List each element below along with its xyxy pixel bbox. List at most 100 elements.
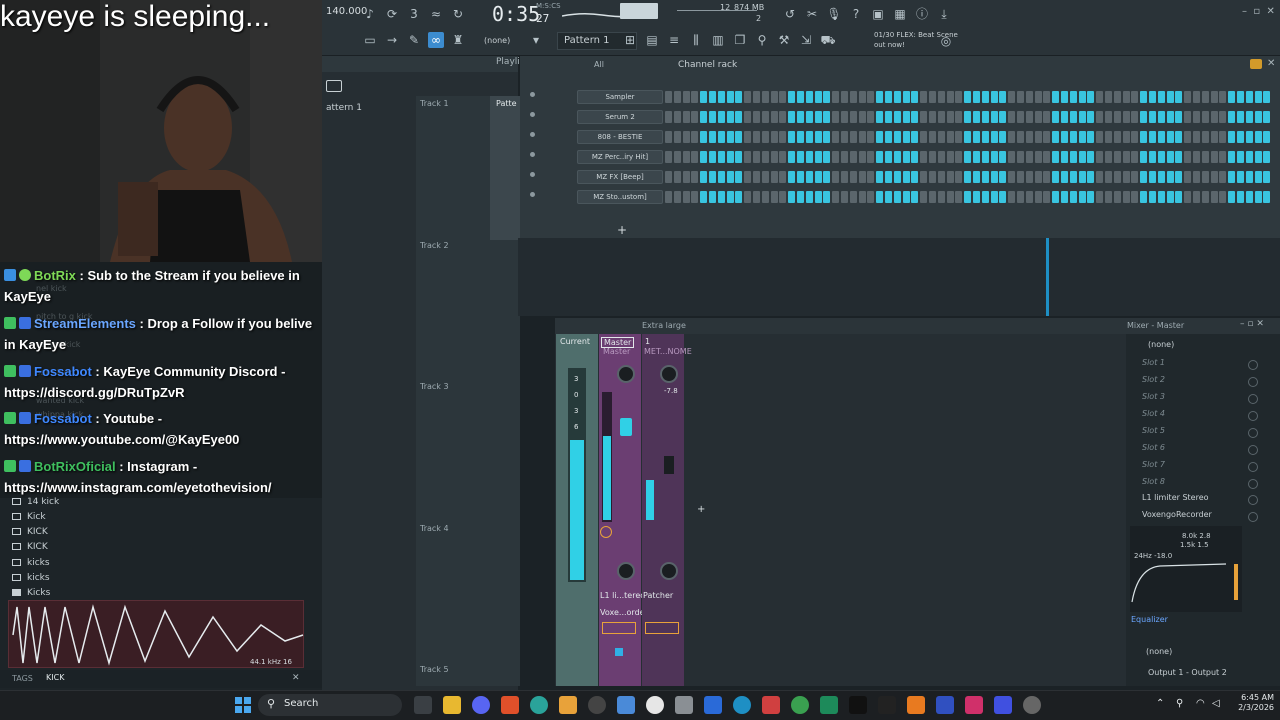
- step-button[interactable]: [805, 151, 813, 163]
- step-button[interactable]: [1122, 191, 1130, 203]
- step-button[interactable]: [814, 91, 822, 103]
- step-button[interactable]: [753, 131, 760, 143]
- location-icon[interactable]: ⚲: [1176, 698, 1183, 709]
- step-button[interactable]: [973, 131, 980, 143]
- step-button[interactable]: [823, 131, 831, 143]
- step-button[interactable]: [1061, 191, 1068, 203]
- master-pan-knob[interactable]: [617, 365, 635, 383]
- discord-icon[interactable]: [472, 696, 490, 714]
- track-label[interactable]: Track 1: [420, 99, 449, 108]
- folder-item[interactable]: KICK: [12, 527, 48, 537]
- step-button[interactable]: [849, 111, 857, 123]
- playlist-icon[interactable]: ▤: [644, 32, 660, 48]
- step-button[interactable]: [744, 111, 752, 123]
- step-button[interactable]: [735, 131, 743, 143]
- step-button[interactable]: [814, 171, 822, 183]
- step-button[interactable]: [709, 131, 716, 143]
- step-button[interactable]: [1008, 191, 1016, 203]
- step-button[interactable]: [849, 131, 857, 143]
- step-button[interactable]: [1166, 171, 1174, 183]
- step-button[interactable]: [1113, 171, 1121, 183]
- step-button[interactable]: [1237, 91, 1244, 103]
- step-button[interactable]: [893, 131, 901, 143]
- step-button[interactable]: [1228, 191, 1236, 203]
- step-button[interactable]: [1157, 191, 1165, 203]
- step-button[interactable]: [893, 191, 901, 203]
- step-button[interactable]: [1149, 91, 1156, 103]
- channel-led[interactable]: [530, 172, 535, 177]
- step-button[interactable]: [691, 91, 699, 103]
- step-button[interactable]: [1219, 191, 1227, 203]
- tools-icon[interactable]: ⚒: [776, 32, 792, 48]
- taskbar-search[interactable]: ⚲ Search: [258, 694, 402, 716]
- step-button[interactable]: [955, 131, 963, 143]
- step-button[interactable]: [805, 91, 813, 103]
- step-button[interactable]: [876, 151, 884, 163]
- step-button[interactable]: [717, 111, 725, 123]
- close-icon[interactable]: ✕: [1267, 58, 1275, 69]
- step-button[interactable]: [682, 91, 690, 103]
- step-button[interactable]: [797, 171, 804, 183]
- pattern-add-icon[interactable]: ⊞: [622, 32, 638, 48]
- slot[interactable]: Slot 6: [1132, 443, 1272, 457]
- step-button[interactable]: [1131, 151, 1139, 163]
- step-button[interactable]: [665, 131, 672, 143]
- export-icon[interactable]: ⇲: [798, 32, 814, 48]
- step-button[interactable]: [1140, 171, 1148, 183]
- step-button[interactable]: [973, 111, 980, 123]
- step-button[interactable]: [981, 171, 989, 183]
- step-button[interactable]: [911, 151, 919, 163]
- step-button[interactable]: [1043, 171, 1051, 183]
- step-button[interactable]: [964, 131, 972, 143]
- step-button[interactable]: [1105, 131, 1112, 143]
- step-button[interactable]: [1140, 191, 1148, 203]
- step-button[interactable]: [964, 191, 972, 203]
- step-button[interactable]: [849, 171, 857, 183]
- channel-led[interactable]: [530, 152, 535, 157]
- download-icon[interactable]: ⤓: [936, 6, 952, 22]
- step-button[interactable]: [805, 191, 813, 203]
- step-button[interactable]: [832, 91, 840, 103]
- step-button[interactable]: [1025, 171, 1033, 183]
- step-button[interactable]: [1263, 191, 1271, 203]
- step-button[interactable]: [700, 151, 708, 163]
- step-button[interactable]: [946, 131, 954, 143]
- step-button[interactable]: [999, 131, 1007, 143]
- met-stereo-knob[interactable]: [660, 562, 678, 580]
- step-button[interactable]: [1228, 131, 1236, 143]
- step-button[interactable]: [1034, 171, 1042, 183]
- step-button[interactable]: [920, 91, 928, 103]
- capcut-icon[interactable]: [878, 696, 896, 714]
- step-button[interactable]: [893, 111, 901, 123]
- step-button[interactable]: [1219, 91, 1227, 103]
- step-button[interactable]: [964, 111, 972, 123]
- step-button[interactable]: [832, 171, 840, 183]
- step-button[interactable]: [717, 91, 725, 103]
- step-button[interactable]: [805, 111, 813, 123]
- folder-item[interactable]: kicks: [12, 558, 50, 568]
- info-icon[interactable]: ⓘ: [914, 6, 930, 22]
- chrome-icon[interactable]: [791, 696, 809, 714]
- step-button[interactable]: [981, 151, 989, 163]
- chevron-down-icon[interactable]: ▾: [528, 32, 544, 48]
- step-button[interactable]: [682, 171, 690, 183]
- step-button[interactable]: [1008, 171, 1016, 183]
- step-button[interactable]: [1017, 131, 1024, 143]
- step-button[interactable]: [902, 171, 910, 183]
- step-button[interactable]: [1140, 111, 1148, 123]
- cart-icon[interactable]: ⛟: [820, 32, 836, 48]
- step-button[interactable]: [1237, 191, 1244, 203]
- step-button[interactable]: [1149, 191, 1156, 203]
- task-view-icon[interactable]: [414, 696, 432, 714]
- step-button[interactable]: [779, 131, 787, 143]
- step-button[interactable]: [1166, 91, 1174, 103]
- step-button[interactable]: [999, 171, 1007, 183]
- step-button[interactable]: [832, 151, 840, 163]
- step-button[interactable]: [858, 131, 866, 143]
- step-button[interactable]: [1166, 151, 1174, 163]
- pattern-picker-icon[interactable]: [326, 80, 342, 92]
- step-button[interactable]: [1254, 171, 1262, 183]
- met-volume-fader[interactable]: [664, 456, 674, 474]
- step-button[interactable]: [990, 191, 998, 203]
- step-button[interactable]: [937, 171, 945, 183]
